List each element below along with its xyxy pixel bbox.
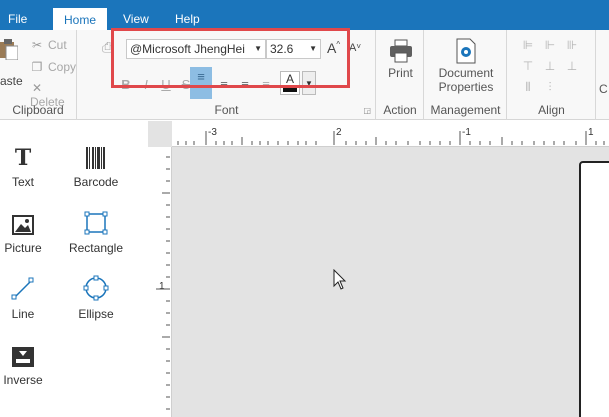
ellipse-icon <box>66 275 126 301</box>
inverse-tool-label: Inverse <box>3 373 43 387</box>
align-left-edges-icon[interactable]: ⊫ <box>520 37 536 53</box>
ruler-label: 1 <box>159 281 165 292</box>
ruler-label: -3 <box>208 127 217 138</box>
toolbox-panel: T Text Barcode Picture Rectangle Line El… <box>0 121 148 417</box>
menu-file[interactable]: File <box>8 0 27 30</box>
shrink-font-button[interactable]: A˅ <box>349 42 361 54</box>
highlight-annotation <box>111 28 350 88</box>
menu-bar: File Home View Help <box>0 0 609 30</box>
align-middle-icon[interactable]: ⊥ <box>542 58 558 74</box>
text-tool-label: Text <box>11 175 34 189</box>
cut-button[interactable]: ✂ Cut <box>30 38 67 52</box>
scissors-icon: ✂ <box>31 38 43 52</box>
menu-home[interactable]: Home <box>53 8 108 30</box>
overflow-group-label: C <box>599 82 608 96</box>
label-page[interactable] <box>579 161 609 417</box>
font-color-swatch <box>283 88 297 92</box>
document-properties-button[interactable]: Document Properties <box>425 38 507 94</box>
mouse-cursor-icon <box>333 268 347 294</box>
print-button[interactable]: Print <box>377 38 424 80</box>
picture-icon <box>0 209 53 235</box>
action-group: Print Action <box>377 30 424 120</box>
doc-props-label-1: Document <box>438 66 494 80</box>
menu-help[interactable]: Help <box>175 0 200 30</box>
horizontal-ruler-ticks <box>177 131 605 145</box>
picture-tool[interactable]: Picture <box>0 209 53 255</box>
ruler-label: 1 <box>588 127 594 138</box>
copy-button[interactable]: ❐ Copy <box>30 60 76 74</box>
line-icon <box>0 275 53 301</box>
align-group-label: Align <box>538 103 565 117</box>
align-group: ⊫ ⊩ ⊪ ⊤ ⊥ ⊥ ⫴ ⫶ Align <box>508 30 596 120</box>
ruler-corner <box>148 121 172 147</box>
font-group-label: Font <box>214 103 239 117</box>
horizontal-ruler: -3 2 -1 1 <box>172 121 609 147</box>
design-canvas[interactable]: -3 2 -1 1 1 <box>148 121 609 417</box>
text-tool-icon: T <box>14 145 32 171</box>
align-bottom-icon[interactable]: ⊥ <box>564 58 580 74</box>
align-right-edges-icon[interactable]: ⊪ <box>564 37 580 53</box>
print-label: Print <box>388 66 413 80</box>
distribute-horizontal-icon[interactable]: ⫴ <box>520 79 536 95</box>
document-gear-icon <box>425 38 507 66</box>
ribbon: aste ✂ Cut ❐ Copy ✕Delete Clipboard ⎙ @Mic… <box>0 28 609 120</box>
distribute-vertical-icon[interactable]: ⫶ <box>542 79 558 95</box>
ruler-label: -1 <box>462 127 471 138</box>
dialog-launcher-icon[interactable]: ◲ <box>363 106 371 115</box>
barcode-tool[interactable]: Barcode <box>66 143 126 189</box>
inverse-tool[interactable]: Inverse <box>0 341 53 387</box>
clipboard-group-label: Clipboard <box>12 103 64 117</box>
cut-label: Cut <box>48 38 67 52</box>
rectangle-icon <box>66 209 126 235</box>
text-tool[interactable]: T Text <box>0 143 53 189</box>
barcode-tool-label: Barcode <box>73 175 119 189</box>
ellipse-tool[interactable]: Ellipse <box>66 275 126 321</box>
menu-view[interactable]: View <box>123 0 149 30</box>
picture-tool-label: Picture <box>4 241 42 255</box>
line-tool-label: Line <box>11 307 35 321</box>
barcode-icon <box>66 143 126 169</box>
inverse-icon <box>0 341 53 367</box>
doc-props-label-2: Properties <box>438 80 494 94</box>
x-icon: ✕ <box>31 81 43 95</box>
rectangle-tool[interactable]: Rectangle <box>66 209 126 255</box>
ellipse-tool-label: Ellipse <box>78 307 114 321</box>
copy-icon: ❐ <box>31 60 43 74</box>
printer-icon <box>377 38 424 66</box>
management-group-label: Management <box>430 103 501 117</box>
paste-button[interactable]: aste <box>0 74 23 88</box>
align-centers-icon[interactable]: ⊩ <box>542 37 558 53</box>
line-tool[interactable]: Line <box>0 275 53 321</box>
align-top-icon[interactable]: ⊤ <box>520 58 536 74</box>
clipboard-group: aste ✂ Cut ❐ Copy ✕Delete Clipboard <box>0 30 77 120</box>
rectangle-tool-label: Rectangle <box>68 241 124 255</box>
management-group: Document Properties Management <box>425 30 507 120</box>
vertical-ruler: 1 <box>148 147 172 417</box>
action-group-label: Action <box>383 103 417 117</box>
ruler-label: 2 <box>336 127 342 138</box>
paste-icon[interactable] <box>0 38 19 63</box>
copy-label: Copy <box>48 60 77 74</box>
